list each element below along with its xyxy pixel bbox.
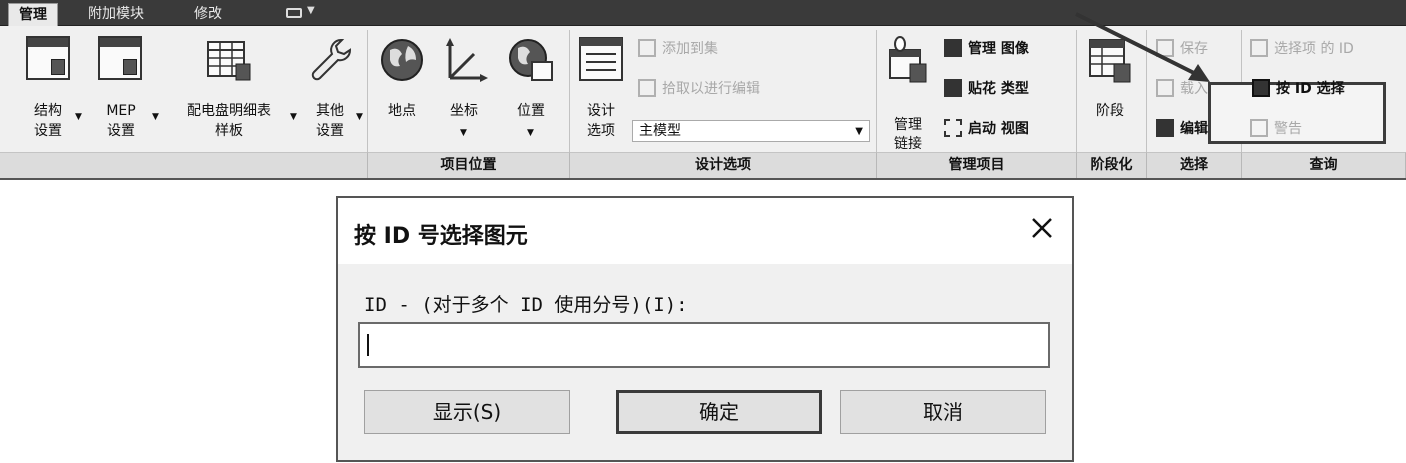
- panel-title-project-location: 项目位置: [368, 152, 570, 178]
- dialog-title-bar: 按 ID 号选择图元: [338, 198, 1072, 264]
- settings-window-icon: [26, 36, 70, 80]
- text-caret: [367, 334, 369, 356]
- panel-schedule-label: 配电盘明细表: [187, 103, 271, 119]
- panel-schedule-template-button[interactable]: 配电盘明细表 样板 ▼: [166, 32, 297, 144]
- add-to-set-button[interactable]: 添加到集: [638, 38, 718, 60]
- chevron-down-icon: ▼: [75, 112, 82, 122]
- panel-title-manage-project: 管理项目: [877, 152, 1077, 178]
- cancel-button[interactable]: 取消: [840, 390, 1046, 434]
- panel-title-design-options: 设计选项: [570, 152, 877, 178]
- design-option-select[interactable]: 主模型 ▼: [632, 120, 870, 142]
- other-settings-button[interactable]: 其他 设置 ▼: [302, 32, 363, 144]
- decal-types-label: 贴花 类型: [968, 81, 1029, 97]
- manage-links-button[interactable]: 管理 链接: [882, 32, 934, 152]
- chevron-down-icon: ▼: [307, 5, 315, 16]
- other-settings-label: 其他: [316, 103, 344, 119]
- tab-modify[interactable]: 修改: [184, 3, 232, 26]
- ids-of-selection-label: 选择项 的 ID: [1274, 41, 1354, 57]
- chevron-down-icon: ▼: [152, 112, 159, 122]
- quick-access-dropdown[interactable]: ▼: [282, 4, 322, 22]
- warning-icon: [1250, 119, 1268, 137]
- edit-selection-icon: [1156, 119, 1174, 137]
- panel-title-phasing: 阶段化: [1077, 152, 1147, 178]
- location-button[interactable]: 地点: [374, 32, 430, 144]
- phases-label: 阶段: [1096, 103, 1124, 119]
- edit-selection-label: 编辑: [1180, 121, 1208, 137]
- coordinates-label: 坐标: [450, 103, 478, 119]
- wrench-icon: [311, 38, 352, 81]
- panel-schedule-label-2: 样板: [215, 123, 243, 139]
- tab-add-ins[interactable]: 附加模块: [78, 3, 154, 26]
- id-field-label: ID - (对于多个 ID 使用分号)(I):: [364, 294, 688, 316]
- image-icon: [944, 39, 962, 57]
- starting-view-label: 启动 视图: [968, 121, 1029, 137]
- globe-icon: [381, 39, 423, 81]
- chevron-down-icon: ▼: [527, 128, 534, 138]
- structural-settings-label-2: 设置: [34, 123, 62, 139]
- select-by-id-label: 按 ID 选择: [1276, 81, 1345, 97]
- select-by-id-icon: [1252, 79, 1270, 97]
- structural-settings-label: 结构: [34, 103, 62, 119]
- decal-icon: [944, 79, 962, 97]
- mep-settings-button[interactable]: MEP 设置 ▼: [88, 32, 159, 144]
- structural-settings-button[interactable]: 结构 设置 ▼: [18, 32, 82, 144]
- design-options-button[interactable]: 设计 选项: [574, 32, 628, 144]
- starting-view-icon: [944, 119, 962, 137]
- ids-of-selection-button[interactable]: 选择项 的 ID: [1250, 38, 1354, 60]
- manage-links-label: 管理: [894, 117, 922, 133]
- decal-types-button[interactable]: 贴花 类型: [944, 78, 1029, 100]
- mep-settings-label-2: 设置: [107, 123, 135, 139]
- manage-links-label-2: 链接: [894, 136, 922, 152]
- coordinates-button[interactable]: 坐标 ▼: [436, 32, 492, 144]
- pick-to-edit-label: 拾取以进行编辑: [662, 81, 760, 97]
- warnings-label: 警告: [1274, 121, 1302, 137]
- mep-window-icon: [98, 36, 142, 80]
- panel-footer-settings: [0, 152, 368, 178]
- panel-title-selection: 选择: [1147, 152, 1242, 178]
- starting-view-button[interactable]: 启动 视图: [944, 118, 1029, 140]
- chevron-down-icon: ▼: [356, 112, 363, 122]
- select-by-id-dialog: 按 ID 号选择图元 ID - (对于多个 ID 使用分号)(I): 显示(S)…: [336, 196, 1074, 462]
- ids-of-selection-icon: [1250, 39, 1268, 57]
- manage-links-icon: [889, 36, 927, 83]
- design-option-select-value: 主模型: [639, 123, 681, 139]
- chevron-down-icon: ▼: [290, 112, 297, 122]
- edit-selection-button[interactable]: 编辑: [1156, 118, 1208, 140]
- select-by-id-button[interactable]: 按 ID 选择: [1252, 78, 1345, 100]
- close-button[interactable]: [1024, 210, 1060, 246]
- add-to-set-icon: [638, 39, 656, 57]
- design-options-label: 设计: [587, 103, 615, 119]
- chevron-down-icon: ▼: [855, 126, 863, 137]
- warnings-button[interactable]: 警告: [1250, 118, 1302, 140]
- design-options-list-icon: [579, 37, 623, 81]
- panel-toggle-icon: [286, 8, 302, 18]
- panel-title-inquiry: 查询: [1242, 152, 1406, 178]
- pick-to-edit-button[interactable]: 拾取以进行编辑: [638, 78, 760, 100]
- design-options-label-2: 选项: [587, 123, 615, 139]
- close-icon: [1032, 218, 1052, 238]
- location-label: 地点: [388, 103, 416, 119]
- tab-manage[interactable]: 管理: [8, 3, 58, 26]
- globe-position-icon: [509, 39, 553, 81]
- ok-button[interactable]: 确定: [616, 390, 822, 434]
- other-settings-label-2: 设置: [316, 123, 344, 139]
- coordinates-axes-icon: [446, 38, 488, 82]
- position-label: 位置: [517, 103, 545, 119]
- manage-images-button[interactable]: 管理 图像: [944, 38, 1029, 60]
- dialog-title: 按 ID 号选择图元: [354, 224, 528, 249]
- mep-settings-label: MEP: [106, 103, 136, 119]
- pick-to-edit-icon: [638, 79, 656, 97]
- show-button[interactable]: 显示(S): [364, 390, 570, 434]
- position-button[interactable]: 位置 ▼: [500, 32, 562, 144]
- chevron-down-icon: ▼: [460, 128, 467, 138]
- annotation-arrow: [1075, 12, 1210, 82]
- add-to-set-label: 添加到集: [662, 41, 718, 57]
- manage-images-label: 管理 图像: [968, 41, 1029, 57]
- schedule-grid-icon: [207, 41, 251, 81]
- id-input[interactable]: [358, 322, 1050, 368]
